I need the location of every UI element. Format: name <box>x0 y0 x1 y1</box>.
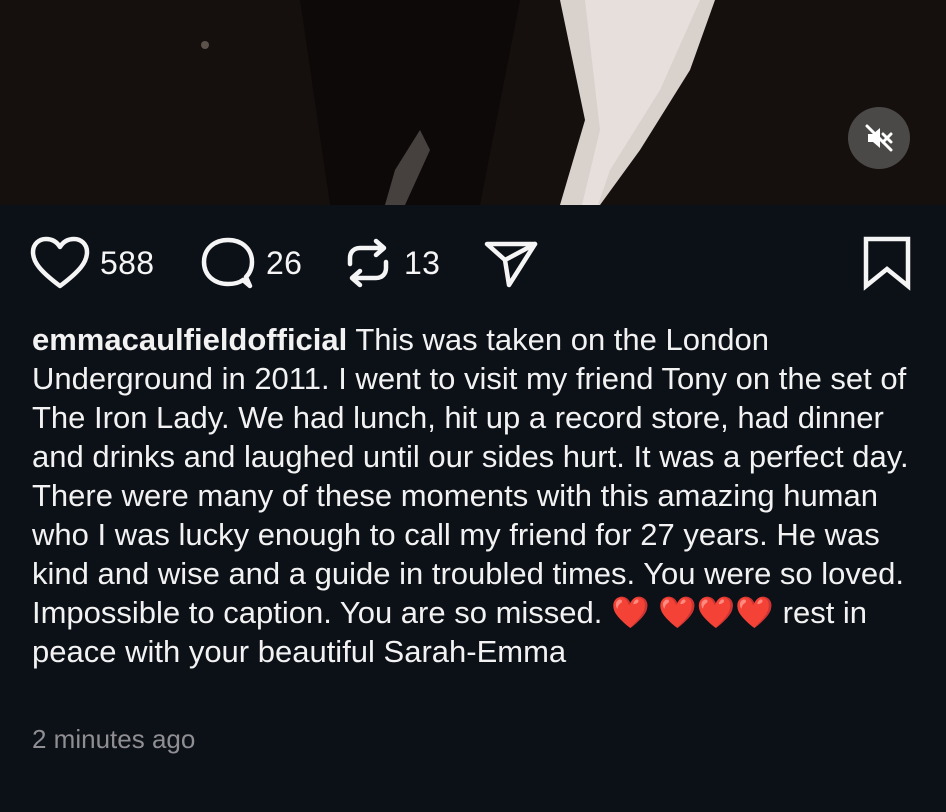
heart-icon <box>30 236 90 289</box>
comment-button[interactable]: 26 <box>200 235 302 291</box>
mute-button[interactable] <box>848 107 910 169</box>
speech-bubble-icon <box>201 237 255 289</box>
repost-count: 13 <box>404 244 441 281</box>
muted-speaker-icon <box>865 124 893 152</box>
caption-text: This was taken on the London Underground… <box>32 322 909 630</box>
like-count: 588 <box>100 244 155 281</box>
post-timestamp: 2 minutes ago <box>32 724 196 754</box>
repost-button[interactable]: 13 <box>342 235 440 291</box>
post-actions-bar: 588 26 13 <box>0 205 946 315</box>
author-username[interactable]: emmacaulfieldofficial <box>32 322 347 357</box>
post-media[interactable] <box>0 0 946 205</box>
post-caption: emmacaulfieldofficial This was taken on … <box>32 320 912 671</box>
post-photo <box>0 0 946 205</box>
heart-emojis: ❤️ ❤️❤️❤️ <box>611 595 775 630</box>
bookmark-button[interactable] <box>860 235 914 296</box>
paper-plane-icon <box>484 241 538 288</box>
bookmark-icon <box>863 236 911 291</box>
comment-count: 26 <box>266 244 303 281</box>
like-button[interactable]: 588 <box>30 235 154 291</box>
share-button[interactable] <box>483 235 539 291</box>
repost-icon <box>347 238 389 288</box>
